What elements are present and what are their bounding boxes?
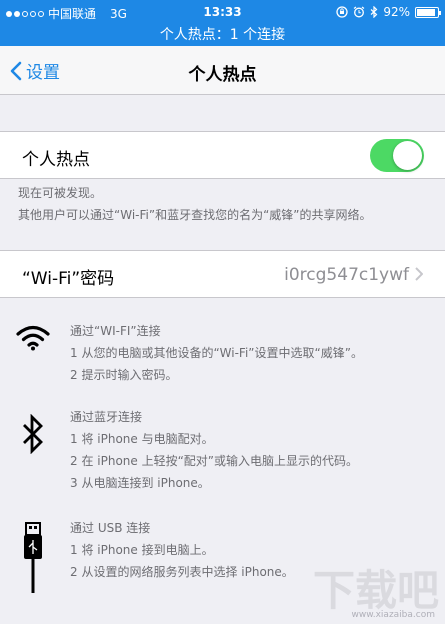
hotspot-toggle-label: 个人热点 xyxy=(22,150,90,170)
hotspot-toggle-row: 个人热点 xyxy=(0,131,445,179)
usb-instruction-line: 1 将 iPhone 接到电脑上。 xyxy=(70,543,214,557)
usb-cable-icon xyxy=(24,522,42,593)
watermark-text: 下载吧 xyxy=(312,566,439,615)
bluetooth-icon xyxy=(23,414,43,454)
discoverable-note: 现在可被发现。 其他用户可以通过“Wi-Fi”和蓝牙查找您的名为“威锋”的共享网… xyxy=(18,182,372,226)
wifi-instruction-line: 2 提示时输入密码。 xyxy=(70,368,178,382)
bluetooth-instruction-line: 2 在 iPhone 上轻按“配对”或输入电脑上显示的代码。 xyxy=(70,454,359,468)
chevron-right-icon xyxy=(415,267,423,281)
rotation-lock-icon xyxy=(336,6,348,18)
hotspot-toggle-switch[interactable] xyxy=(370,139,424,172)
wifi-icon xyxy=(16,325,50,351)
bluetooth-status-icon xyxy=(370,6,378,18)
wifi-instruction-line: 通过“WI-FI”连接 xyxy=(70,324,161,338)
watermark-url: www.xiazaiba.com xyxy=(351,610,435,620)
wifi-password-row[interactable]: “Wi-Fi”密码 i0rcg547c1ywf xyxy=(0,250,445,298)
wifi-instruction-line: 1 从您的电脑或其他设备的“Wi-Fi”设置中选取“威锋”。 xyxy=(70,346,363,360)
bluetooth-instruction-line: 3 从电脑连接到 iPhone。 xyxy=(70,476,210,490)
bluetooth-instruction-line: 1 将 iPhone 与电脑配对。 xyxy=(70,432,214,446)
wifi-password-value: i0rcg547c1ywf xyxy=(284,265,409,285)
status-right: 92% xyxy=(336,5,441,19)
wifi-password-label: “Wi-Fi”密码 xyxy=(22,269,115,289)
usb-instruction-line: 2 从设置的网络服务列表中选择 iPhone。 xyxy=(70,565,294,579)
page-title: 个人热点 xyxy=(188,65,257,85)
discoverable-note-line: 现在可被发现。 xyxy=(18,186,103,200)
discoverable-note-line: 其他用户可以通过“Wi-Fi”和蓝牙查找您的名为“威锋”的共享网络。 xyxy=(18,208,372,222)
alarm-icon xyxy=(353,6,365,18)
hotspot-connection-banner[interactable]: 个人热点：1 个连接 xyxy=(0,24,445,46)
navigation-bar: 设置 个人热点 xyxy=(0,46,445,95)
usb-instruction-line: 通过 USB 连接 xyxy=(70,521,151,535)
bluetooth-instruction-line: 通过蓝牙连接 xyxy=(70,410,143,424)
battery-icon xyxy=(415,6,441,18)
watermark-logo: 下载吧 www.xiazaiba.com xyxy=(312,557,439,620)
battery-percent: 92% xyxy=(383,5,410,19)
status-bar: 中国联通 3G 13:33 92% xyxy=(0,0,445,24)
